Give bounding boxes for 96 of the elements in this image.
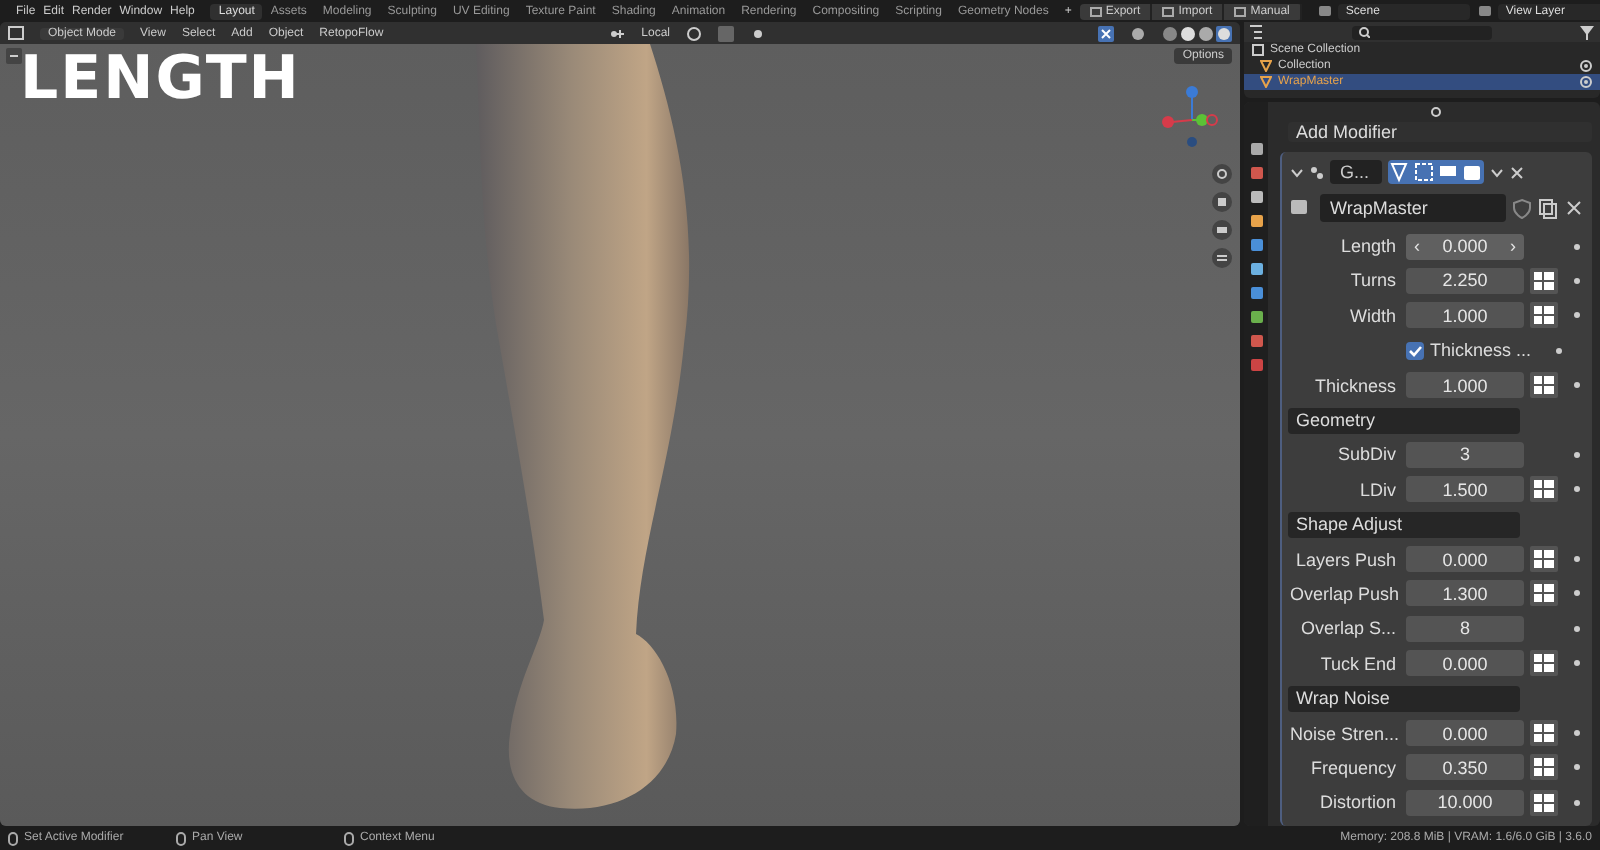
add-modifier-dropdown[interactable]: Add Modifier	[1288, 121, 1592, 143]
number-field[interactable]: 2.250	[1406, 267, 1524, 294]
number-field[interactable]: 3	[1406, 441, 1524, 468]
number-field[interactable]: 1.500	[1406, 476, 1524, 503]
keyframe-dot-icon[interactable]	[1574, 382, 1580, 389]
number-field[interactable]: 1.000	[1406, 302, 1524, 329]
mouse-icon	[176, 831, 186, 845]
mouse-icon	[344, 831, 354, 845]
link-node-icon[interactable]	[1530, 720, 1558, 747]
link-node-icon[interactable]	[1530, 754, 1558, 781]
number-field[interactable]: 0.000	[1406, 546, 1524, 573]
field-label: Distortion	[1317, 792, 1398, 813]
navigation-gizmo-icon[interactable]	[1156, 80, 1220, 148]
field-label: Layers Push	[1293, 549, 1398, 570]
number-field[interactable]: 10.000	[1406, 789, 1524, 816]
keyframe-dot-icon[interactable]	[1574, 590, 1580, 597]
close-icon[interactable]	[1564, 198, 1584, 219]
field-label: SubDiv	[1335, 444, 1398, 465]
keyframe-dot-icon[interactable]	[1574, 277, 1580, 284]
keyframe-dot-icon[interactable]	[1574, 486, 1580, 493]
search-field[interactable]	[1352, 25, 1492, 39]
checkbox-label: Thickness ...	[1430, 340, 1532, 361]
collection-icon	[1252, 44, 1264, 56]
number-field[interactable]: 0.000	[1406, 720, 1524, 747]
transform-pivot-icon[interactable]	[609, 25, 626, 41]
field-label: Frequency	[1308, 757, 1398, 778]
keyframe-dot-icon[interactable]	[1574, 556, 1580, 563]
keyframe-dot-icon[interactable]	[1574, 243, 1580, 250]
copy-icon[interactable]	[1538, 197, 1558, 220]
link-node-icon[interactable]	[1530, 546, 1558, 573]
overlay-icon[interactable]	[1130, 25, 1146, 41]
field-label: Thickness	[1312, 375, 1398, 396]
link-node-icon[interactable]	[1530, 267, 1558, 294]
caret-icon[interactable]	[1490, 165, 1504, 180]
field-label: Noise Stren...	[1290, 723, 1402, 744]
nodes-icon	[1310, 165, 1324, 180]
field-label: Tuck End	[1318, 653, 1398, 674]
check-icon	[1408, 343, 1422, 358]
search-icon	[1358, 26, 1370, 38]
display-mode-icon[interactable]	[1250, 24, 1264, 40]
number-field[interactable]: 1.000	[1406, 372, 1524, 399]
search-icon[interactable]	[1430, 106, 1442, 119]
mouse-icon	[8, 831, 18, 845]
shield-icon[interactable]	[1512, 197, 1532, 220]
modifier-toggles-icon[interactable]	[1388, 160, 1484, 185]
document-icon	[1234, 5, 1247, 17]
scene-icon[interactable]	[1317, 4, 1332, 18]
number-field[interactable]: 0.000	[1406, 650, 1524, 677]
field-label: Turns	[1348, 270, 1398, 291]
link-node-icon[interactable]	[1530, 476, 1558, 503]
document-icon	[1162, 5, 1175, 17]
keyframe-dot-icon[interactable]	[1574, 660, 1580, 667]
increment-arrow[interactable]: ›	[1510, 236, 1516, 257]
gizmo-toggle-icon[interactable]	[1098, 25, 1114, 41]
modifier-name[interactable]: G...	[1330, 160, 1382, 185]
section-header[interactable]: Wrap Noise	[1288, 685, 1520, 712]
decrement-arrow[interactable]: ‹	[1414, 236, 1420, 257]
field-label: LDiv	[1357, 479, 1398, 500]
snap-icon[interactable]	[686, 25, 702, 41]
caption-text: LENGTH	[20, 44, 301, 114]
checkbox[interactable]	[1406, 341, 1424, 360]
keyframe-dot-icon[interactable]	[1574, 730, 1580, 737]
field-label: Length	[1338, 236, 1398, 257]
field-label: Overlap Push	[1290, 583, 1402, 604]
keyframe-dot-icon[interactable]	[1574, 451, 1580, 458]
grid-icon[interactable]	[1212, 248, 1232, 268]
field-label: Overlap S...	[1298, 618, 1398, 639]
object-name-field[interactable]: WrapMaster	[1320, 194, 1506, 223]
keyframe-dot-icon[interactable]	[1574, 625, 1580, 632]
number-field[interactable]: 8	[1406, 615, 1524, 642]
camera-icon[interactable]	[1212, 220, 1232, 240]
keyframe-dot-icon[interactable]	[1556, 347, 1562, 354]
number-field[interactable]: ‹ 0.000 ›	[1406, 233, 1524, 260]
chevron-icon[interactable]	[1290, 165, 1304, 180]
zoom-icon[interactable]	[1212, 164, 1232, 184]
section-header[interactable]: Geometry	[1288, 407, 1520, 433]
hand-icon[interactable]	[1212, 192, 1232, 212]
editor-type-icon[interactable]	[8, 26, 24, 40]
section-header[interactable]: Shape Adjust	[1288, 511, 1520, 538]
shading-modes-icon[interactable]	[1162, 25, 1232, 41]
link-node-icon[interactable]	[1530, 789, 1558, 816]
keyframe-dot-icon[interactable]	[1574, 764, 1580, 771]
link-node-icon[interactable]	[1530, 302, 1558, 329]
number-field[interactable]: 1.300	[1406, 580, 1524, 607]
keyframe-dot-icon[interactable]	[1574, 312, 1580, 319]
close-icon[interactable]	[1510, 165, 1524, 180]
link-node-icon[interactable]	[1530, 372, 1558, 399]
toolbar-toggle-icon[interactable]	[6, 48, 22, 64]
number-field[interactable]: 0.350	[1406, 754, 1524, 781]
link-node-icon[interactable]	[1530, 580, 1558, 607]
document-icon	[1089, 5, 1102, 17]
scene-icon[interactable]	[1477, 4, 1492, 18]
keyframe-dot-icon[interactable]	[1574, 799, 1580, 806]
field-label: Width	[1347, 305, 1398, 326]
proportional-editing-icon[interactable]	[750, 25, 766, 41]
link-node-icon[interactable]	[1530, 650, 1558, 677]
